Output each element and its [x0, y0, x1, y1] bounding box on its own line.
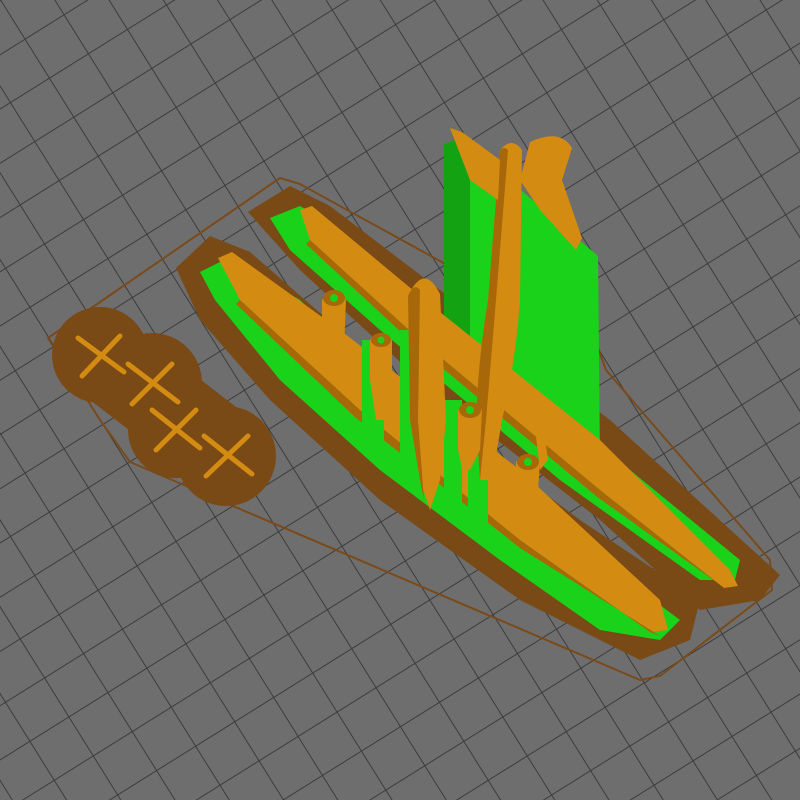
slicer-3d-viewport[interactable]	[0, 0, 800, 800]
build-plate-scene	[0, 0, 800, 800]
